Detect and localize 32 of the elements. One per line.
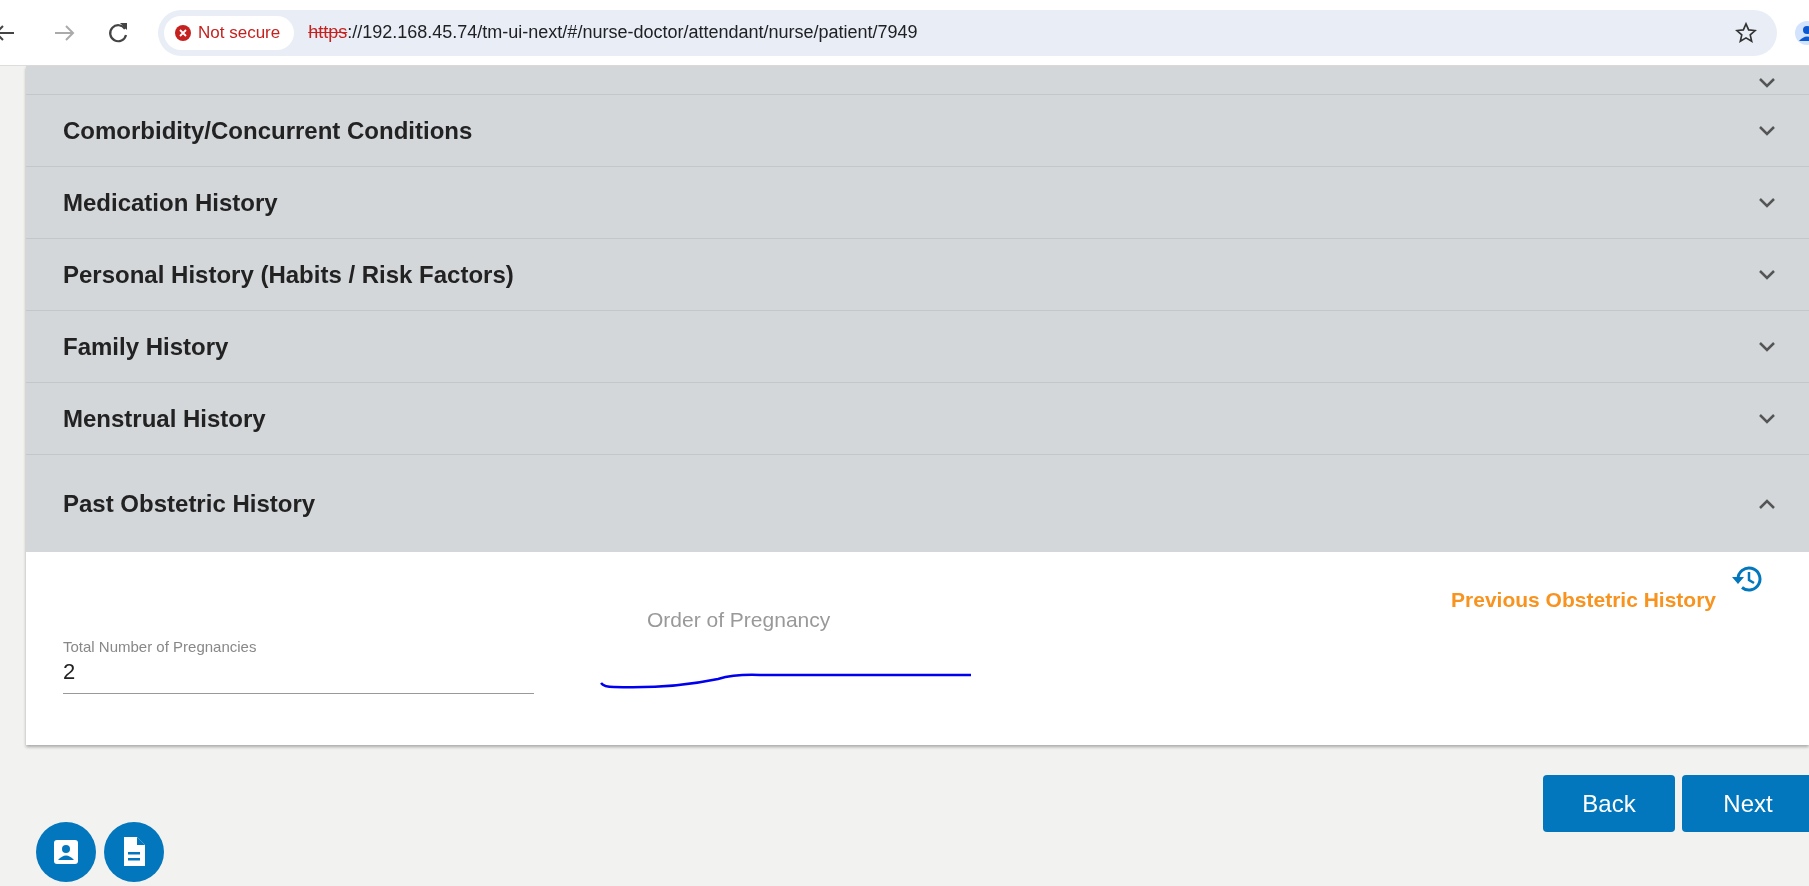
order-label: Order of Pregnancy bbox=[647, 608, 832, 632]
document-icon bbox=[121, 836, 147, 868]
chevron-down-icon bbox=[1757, 123, 1777, 138]
section-header[interactable]: Personal History (Habits / Risk Factors) bbox=[26, 239, 1809, 311]
section-title: Personal History (Habits / Risk Factors) bbox=[63, 260, 514, 289]
pregnancies-input-field[interactable]: Total Number of Pregnancies 2 bbox=[63, 608, 534, 694]
security-label: Not secure bbox=[198, 22, 281, 43]
bookmark-star-icon[interactable] bbox=[1735, 21, 1757, 44]
section-header[interactable]: Past Obstetric History bbox=[26, 455, 1809, 552]
nav-button[interactable]: Back bbox=[1543, 775, 1675, 832]
section-title: Past Obstetric History bbox=[63, 489, 316, 518]
floating-action-button[interactable] bbox=[104, 822, 164, 882]
section-header[interactable]: Medication History bbox=[26, 167, 1809, 239]
section-header[interactable]: Comorbidity/Concurrent Conditions bbox=[26, 95, 1809, 167]
chevron-down-icon bbox=[1757, 76, 1777, 90]
section-title: Family History bbox=[63, 332, 229, 361]
error-icon bbox=[174, 23, 192, 42]
section-title: Medication History bbox=[63, 188, 278, 217]
section-title: Menstrual History bbox=[63, 404, 266, 433]
contact-card-icon bbox=[52, 838, 80, 866]
security-chip[interactable]: Not secure bbox=[164, 15, 295, 50]
chevron-down-icon bbox=[1757, 195, 1777, 210]
chevron-down-icon bbox=[1757, 267, 1777, 282]
chevron-down-icon bbox=[1757, 411, 1777, 426]
nav-button[interactable]: Next bbox=[1682, 775, 1809, 832]
floating-action-button[interactable] bbox=[36, 822, 96, 882]
section-header[interactable]: Menstrual History bbox=[26, 383, 1809, 455]
section-header[interactable]: Family History bbox=[26, 311, 1809, 383]
address-bar[interactable]: Not secure https://192.168.45.74/tm-ui-next/#/nurse-doctor/attendant/nurse/patient/7949 bbox=[158, 9, 1777, 56]
url-text: https://192.168.45.74/tm-ui-next/#/nurse-doctor/attendant/nurse/patient/7949 bbox=[308, 22, 918, 43]
section-title: Comorbidity/Concurrent Conditions bbox=[63, 116, 473, 145]
chevron-down-icon bbox=[1757, 339, 1777, 354]
